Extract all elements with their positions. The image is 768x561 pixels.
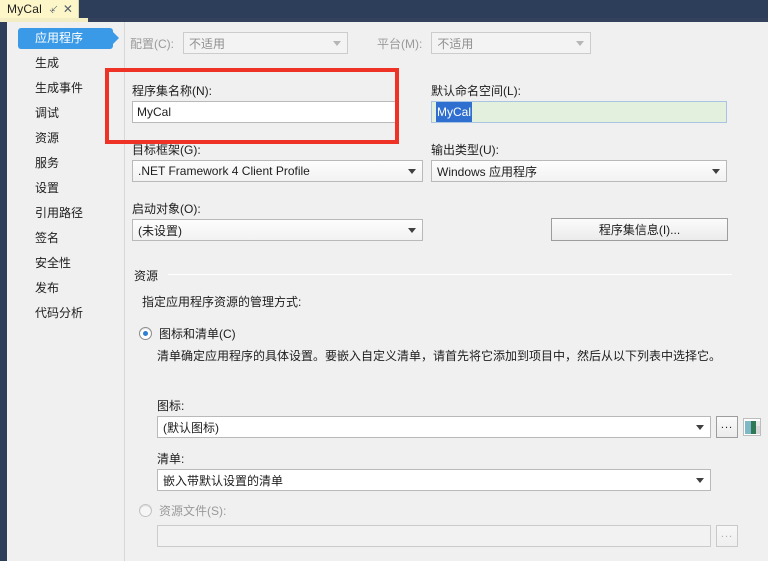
output-type-dropdown[interactable]: Windows 应用程序 [431, 160, 727, 182]
startup-object-dropdown[interactable]: (未设置) [132, 219, 423, 241]
sidebar-item-label: 生成事件 [35, 81, 84, 95]
tab-label: MyCal [7, 2, 43, 16]
sidebar-item-signing[interactable]: 签名 [7, 226, 124, 251]
sidebar-item-reference-paths[interactable]: 引用路径 [7, 201, 124, 226]
icon-label: 图标: [157, 399, 185, 413]
icon-preview-part [756, 421, 760, 426]
manifest-dropdown[interactable]: 嵌入带默认设置的清单 [157, 469, 711, 491]
default-namespace-label: 默认命名空间(L): [431, 84, 522, 98]
target-framework-dropdown[interactable]: .NET Framework 4 Client Profile [132, 160, 423, 182]
chevron-down-icon [696, 425, 704, 430]
project-properties-window: MyCal ⤓ ✕ 应用程序 生成 生成事件 调试 资源 服务 设置 引用路径 … [0, 0, 768, 561]
startup-object-label: 启动对象(O): [132, 202, 201, 216]
pin-icon[interactable]: ⤓ [48, 3, 60, 15]
target-framework-label: 目标框架(G): [132, 143, 201, 157]
target-framework-value: .NET Framework 4 Client Profile [138, 164, 310, 178]
title-bar [0, 0, 768, 18]
configuration-row: 配置(C): 不适用 平台(M): 不适用 [130, 32, 592, 54]
sidebar-item-code-analysis[interactable]: 代码分析 [7, 301, 124, 326]
icon-and-manifest-label: 图标和清单(C) [159, 327, 236, 341]
resource-file-radio-row[interactable]: 资源文件(S): [139, 502, 226, 519]
icon-and-manifest-radio-row[interactable]: 图标和清单(C) [139, 325, 236, 342]
assembly-information-button[interactable]: 程序集信息(I)... [551, 218, 728, 241]
sidebar-item-label: 应用程序 [35, 31, 84, 45]
document-tab-mycal[interactable]: MyCal ⤓ ✕ [0, 0, 79, 18]
icon-preview [743, 418, 761, 436]
selection-arrow-icon [111, 30, 119, 46]
sidebar-item-label: 资源 [35, 131, 60, 145]
sidebar-item-build-events[interactable]: 生成事件 [7, 76, 124, 101]
sidebar-item-label: 代码分析 [35, 306, 84, 320]
manifest-label: 清单: [157, 452, 185, 466]
sidebar-item-build[interactable]: 生成 [7, 51, 124, 76]
resource-file-browse-button[interactable]: ... [716, 525, 738, 547]
resources-instruction: 指定应用程序资源的管理方式: [142, 295, 302, 309]
platform-dropdown[interactable]: 不适用 [431, 32, 592, 54]
platform-value: 不适用 [437, 36, 474, 51]
sidebar-item-label: 服务 [35, 156, 60, 170]
sidebar-item-label: 调试 [35, 106, 60, 120]
sidebar-item-label: 安全性 [35, 256, 72, 270]
icon-value: (默认图标) [163, 420, 219, 435]
window-left-rail [0, 22, 7, 561]
radio-icon[interactable] [139, 327, 152, 340]
sidebar-item-application[interactable]: 应用程序 [7, 26, 124, 51]
output-type-value: Windows 应用程序 [437, 164, 538, 179]
manifest-description: 清单确定应用程序的具体设置。要嵌入自定义清单，请首先将它添加到项目中，然后从以下… [157, 349, 722, 363]
configuration-dropdown[interactable]: 不适用 [183, 32, 348, 54]
platform-label: 平台(M): [377, 36, 423, 51]
resources-group-label: 资源 [134, 267, 163, 284]
resources-group-divider [168, 274, 732, 275]
properties-sidebar: 应用程序 生成 生成事件 调试 资源 服务 设置 引用路径 签名 安全性 发布 [7, 22, 125, 561]
resource-file-browse-label: ... [720, 528, 734, 540]
assembly-name-value: MyCal [137, 105, 172, 119]
sidebar-item-label: 设置 [35, 181, 60, 195]
configuration-label: 配置(C): [130, 36, 174, 51]
chevron-down-icon [576, 41, 585, 46]
close-icon[interactable]: ✕ [63, 3, 73, 15]
application-settings-pane: 配置(C): 不适用 平台(M): 不适用 程序集名称(N): MyCal 默认… [126, 22, 768, 561]
radio-icon[interactable] [139, 504, 152, 517]
icon-browse-button[interactable]: ... [716, 416, 738, 438]
default-namespace-input[interactable]: MyCal [431, 101, 727, 123]
assembly-name-input[interactable]: MyCal [132, 101, 397, 123]
chevron-down-icon [408, 228, 416, 233]
sidebar-item-security[interactable]: 安全性 [7, 251, 124, 276]
assembly-name-label: 程序集名称(N): [132, 84, 212, 98]
sidebar-item-publish[interactable]: 发布 [7, 276, 124, 301]
sidebar-item-label: 签名 [35, 231, 60, 245]
resource-file-input[interactable] [157, 525, 711, 547]
sidebar-item-debug[interactable]: 调试 [7, 101, 124, 126]
icon-dropdown[interactable]: (默认图标) [157, 416, 711, 438]
sidebar-item-label: 引用路径 [35, 206, 84, 220]
assembly-information-label: 程序集信息(I)... [598, 223, 681, 237]
sidebar-item-label: 生成 [35, 56, 60, 70]
chevron-down-icon [696, 478, 704, 483]
chevron-down-icon [333, 41, 341, 46]
chevron-down-icon [408, 169, 416, 174]
manifest-value: 嵌入带默认设置的清单 [163, 473, 284, 488]
sidebar-item-services[interactable]: 服务 [7, 151, 124, 176]
default-namespace-value: MyCal [436, 102, 473, 122]
configuration-value: 不适用 [189, 36, 226, 51]
sidebar-item-settings[interactable]: 设置 [7, 176, 124, 201]
resource-file-label: 资源文件(S): [159, 504, 227, 518]
output-type-label: 输出类型(U): [431, 143, 499, 157]
startup-object-value: (未设置) [138, 223, 182, 238]
chevron-down-icon [712, 169, 720, 174]
icon-browse-label: ... [720, 419, 734, 431]
sidebar-item-label: 发布 [35, 281, 60, 295]
sidebar-item-resources[interactable]: 资源 [7, 126, 124, 151]
